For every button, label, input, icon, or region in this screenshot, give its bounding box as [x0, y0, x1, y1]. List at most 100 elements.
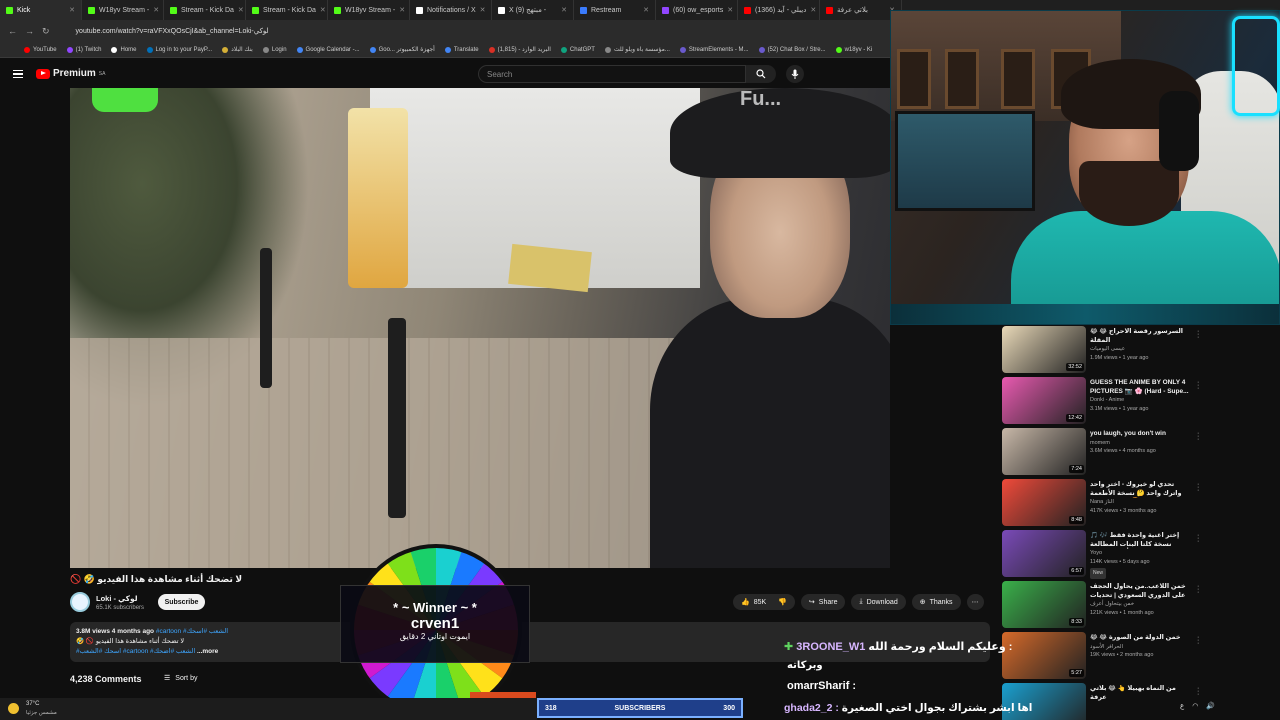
more-vert-icon[interactable]: · · ·: [1197, 328, 1199, 341]
bookmark-item[interactable]: Login: [262, 46, 287, 53]
browser-tab[interactable]: (1366) ديبلي - آيد ✕: [738, 0, 820, 20]
bookmark-item[interactable]: (52) Chat Box / Stre...: [758, 46, 826, 53]
video-item-title[interactable]: تحدي لو خيروك - اختر واحد واترك واحد 🤔 ن…: [1090, 481, 1190, 498]
bookmark-item[interactable]: (1) Twitch: [66, 46, 101, 53]
video-thumbnail[interactable]: 12:42: [1002, 377, 1086, 424]
video-item-title[interactable]: GUESS THE ANIME BY ONLY 4 PICTURES 📷 🌸 (…: [1090, 379, 1190, 396]
video-item-channel[interactable]: momem: [1090, 439, 1190, 448]
forward-icon[interactable]: →: [25, 26, 34, 36]
bookmark-label: بنك البلاد: [231, 47, 253, 53]
youtube-logo[interactable]: Premium SA: [36, 68, 105, 79]
bookmark-item[interactable]: Log in to your PayP...: [146, 46, 212, 53]
video-item-title[interactable]: إختر أغنية واحدة فقط 🎶 🎵 نسخة كلتا البنا…: [1090, 532, 1190, 549]
bookmark-item[interactable]: StreamElements - M...: [679, 46, 749, 53]
bookmark-item[interactable]: ChatGPT: [560, 46, 595, 53]
tab-label: Notifications / X: [427, 6, 476, 14]
video-thumbnail[interactable]: 5:27: [1002, 632, 1086, 679]
channel-name[interactable]: Loki - لوكي: [96, 594, 138, 603]
bookmark-item[interactable]: مؤسسة باه ويلو للت...: [604, 46, 670, 53]
bookmark-item[interactable]: YouTube: [24, 46, 57, 53]
desc-tags-top[interactable]: #cartoon #الشعب #اسحك: [156, 628, 228, 635]
video-item-channel[interactable]: Donki - Anime: [1090, 396, 1190, 405]
browser-tab[interactable]: (60) ow_esports ✕: [656, 0, 738, 20]
video-item-channel[interactable]: Yoyo: [1090, 549, 1190, 558]
voice-search-button[interactable]: [786, 65, 804, 83]
video-item-title[interactable]: 😂 😂 السرسور رقصة الاحراج المقلة: [1090, 328, 1190, 345]
more-vert-icon[interactable]: · · ·: [1197, 634, 1199, 647]
browser-tab[interactable]: Stream - Kick Da ✕: [246, 0, 328, 20]
url-field[interactable]: youtube.com/watch?v=raVFXxQOsCjI&ab_chan…: [76, 27, 269, 35]
share-button[interactable]: ↪ Share: [800, 594, 846, 610]
close-tab-icon[interactable]: ✕: [153, 6, 159, 14]
browser-tab[interactable]: Stream - Kick Da ✕: [164, 0, 246, 20]
search-button[interactable]: [746, 65, 776, 83]
close-tab-icon[interactable]: ✕: [561, 6, 567, 14]
thanks-button[interactable]: ⊕ Thanks: [911, 594, 961, 610]
search-input[interactable]: Search: [478, 65, 746, 83]
close-tab-icon[interactable]: ✕: [69, 6, 75, 14]
related-video-item[interactable]: 8:33 خمن اللاعب..من يحاول الحجف على الدور…: [1002, 581, 1202, 629]
thumbs-down-icon[interactable]: 👎: [778, 598, 787, 606]
video-thumbnail[interactable]: 7:24: [1002, 428, 1086, 475]
video-item-title[interactable]: من النماه بهبيلا 👆 😂 بلاتي عرفة: [1090, 685, 1190, 702]
sort-by-button[interactable]: ☰ Sort by: [164, 674, 197, 683]
video-player[interactable]: Fu...: [70, 88, 890, 568]
close-tab-icon[interactable]: ✕: [399, 6, 405, 14]
bookmark-item[interactable]: Google Calendar -...: [296, 46, 360, 53]
back-icon[interactable]: ←: [8, 26, 17, 36]
more-vert-icon[interactable]: · · ·: [1197, 532, 1199, 545]
close-tab-icon[interactable]: ✕: [480, 6, 486, 14]
video-thumbnail[interactable]: 32:52: [1002, 326, 1086, 373]
bookmark-item[interactable]: بنك البلاد: [222, 46, 253, 53]
desc-more-link[interactable]: ...more: [197, 648, 218, 655]
volume-icon[interactable]: 🔊: [1206, 702, 1215, 710]
wifi-icon[interactable]: ◠: [1192, 702, 1198, 710]
video-item-channel[interactable]: الحرافر الأسود: [1090, 643, 1190, 652]
hamburger-menu-icon[interactable]: [13, 70, 23, 78]
video-item-title[interactable]: خمن اللاعب..من يحاول الحجف على الدوري ال…: [1090, 583, 1190, 600]
bookmark-item[interactable]: البريد الوارد - (1,815): [488, 46, 551, 53]
more-vert-icon[interactable]: · · ·: [1197, 583, 1199, 596]
language-indicator[interactable]: ع: [1180, 702, 1184, 710]
video-item-title[interactable]: you laugh, you don't win: [1090, 430, 1190, 439]
video-item-title[interactable]: 😂 😂 خمن الدولة من الصورة: [1090, 634, 1190, 643]
video-thumbnail[interactable]: 8:33: [1002, 581, 1086, 628]
close-tab-icon[interactable]: ✕: [643, 6, 649, 14]
bookmark-item[interactable]: Home: [111, 46, 137, 53]
more-vert-icon[interactable]: · · ·: [1197, 430, 1199, 443]
bookmark-item[interactable]: Goo... أجهزة الكمبيوتر: [369, 46, 435, 53]
close-tab-icon[interactable]: ✕: [727, 6, 733, 14]
browser-tab[interactable]: W18yv Stream - ✕: [82, 0, 164, 20]
video-thumbnail[interactable]: 8:48: [1002, 479, 1086, 526]
reload-icon[interactable]: ↻: [42, 26, 50, 37]
video-thumbnail[interactable]: 6:57: [1002, 530, 1086, 577]
related-video-item[interactable]: 12:42 GUESS THE ANIME BY ONLY 4 PICTURES …: [1002, 377, 1202, 425]
more-actions-button[interactable]: ⋯: [966, 594, 984, 610]
browser-tab[interactable]: Kick ✕: [0, 0, 82, 20]
related-video-item[interactable]: 7:24 you laugh, you don't win momem 3.6M vi…: [1002, 428, 1202, 476]
subscribe-button[interactable]: Subscribe: [158, 594, 205, 610]
download-button[interactable]: ⤓ Download: [851, 594, 906, 610]
like-button[interactable]: 👍 85K 👎: [733, 594, 795, 610]
related-video-item[interactable]: 8:48 تحدي لو خيروك - اختر واحد واترك واحد…: [1002, 479, 1202, 527]
video-item-channel[interactable]: عيسى اليوميات: [1090, 345, 1190, 354]
bookmark-item[interactable]: Translate: [444, 46, 479, 53]
close-tab-icon[interactable]: ✕: [320, 6, 326, 14]
desc-tags[interactable]: #اسحك #الشعب #cartoon #الشعب #اضحك: [76, 648, 195, 655]
browser-tab[interactable]: W18yv Stream - ✕: [328, 0, 410, 20]
more-vert-icon[interactable]: · · ·: [1197, 481, 1199, 494]
close-tab-icon[interactable]: ✕: [810, 6, 816, 14]
related-video-item[interactable]: 6:57 إختر أغنية واحدة فقط 🎶 🎵 نسخة كلتا ا…: [1002, 530, 1202, 579]
related-video-item[interactable]: 32:52 😂 😂 السرسور رقصة الاحراج المقلة عيسى…: [1002, 326, 1202, 374]
more-vert-icon[interactable]: · · ·: [1197, 685, 1199, 698]
video-item-channel[interactable]: Nana الناز: [1090, 498, 1190, 507]
close-tab-icon[interactable]: ✕: [238, 6, 244, 14]
channel-avatar[interactable]: [70, 592, 90, 612]
browser-tab[interactable]: Notifications / X ✕: [410, 0, 492, 20]
browser-tab[interactable]: X (9) مبتهج - ✕: [492, 0, 574, 20]
bookmark-item[interactable]: w18yv - Ki: [835, 46, 872, 53]
video-item-channel[interactable]: خمن بيتحاول أعرف: [1090, 600, 1190, 609]
related-video-item[interactable]: 5:27 😂 😂 خمن الدولة من الصورة الحرافر الأس…: [1002, 632, 1202, 680]
more-vert-icon[interactable]: · · ·: [1197, 379, 1199, 392]
browser-tab[interactable]: Restream ✕: [574, 0, 656, 20]
